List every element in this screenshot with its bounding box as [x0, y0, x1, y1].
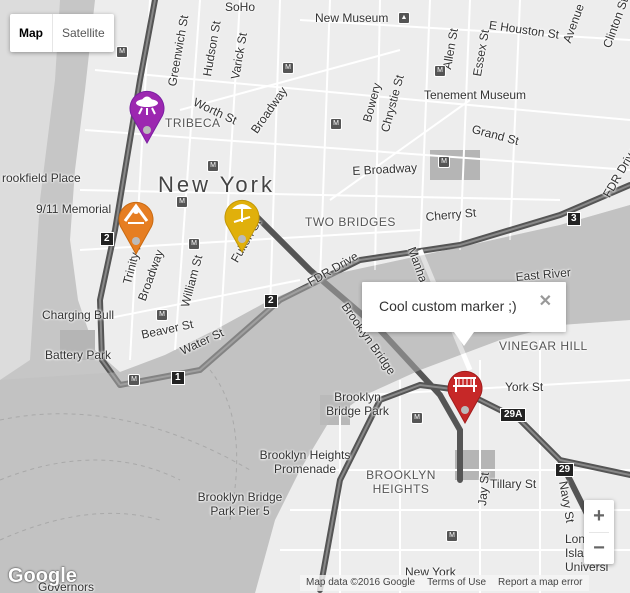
- label-brooklyn-bridge-park: Brooklyn Bridge Park: [326, 390, 389, 418]
- label-tillary-st: Tillary St: [490, 477, 537, 491]
- label-brooklyn-heights-promenade: Brooklyn Heights Promenade: [259, 448, 351, 476]
- zoom-in-button[interactable]: +: [584, 500, 614, 532]
- red-marker[interactable]: [445, 366, 485, 425]
- playground-icon: [118, 201, 154, 256]
- ufo-icon: [129, 90, 165, 145]
- attribution-bar: Map data ©2016 Google Terms of Use Repor…: [300, 575, 589, 591]
- orange-marker[interactable]: [116, 197, 156, 256]
- label-brooklyn-heights: BROOKLYN HEIGHTS: [366, 468, 436, 496]
- label-911-memorial: 9/11 Memorial: [36, 202, 112, 216]
- label-new-york: New York: [158, 172, 275, 197]
- museum-icon: ▲: [398, 12, 410, 24]
- report-error-link[interactable]: Report a map error: [492, 575, 588, 591]
- map-type-map-button[interactable]: Map: [10, 14, 53, 52]
- label-charging-bull: Charging Bull: [42, 308, 115, 322]
- shield-route-3: 3: [567, 212, 581, 226]
- label-tenement-museum: Tenement Museum: [424, 88, 527, 102]
- shield-route-2b: 2: [264, 294, 278, 308]
- zoom-divider: [589, 532, 609, 533]
- subway-icon: M: [282, 62, 294, 74]
- map-data-text: Map data ©2016 Google: [306, 577, 416, 588]
- label-york-st: York St: [505, 380, 544, 394]
- zoom-out-button[interactable]: −: [584, 532, 614, 564]
- shield-route-1: 1: [171, 371, 185, 385]
- map-type-satellite-button[interactable]: Satellite: [53, 14, 114, 52]
- map-canvas[interactable]: New York TRIBECA TWO BRIDGES VINEGAR HIL…: [0, 0, 630, 593]
- subway-icon: M: [156, 309, 168, 321]
- label-tribeca: TRIBECA: [165, 116, 221, 130]
- shield-route-29: 29: [555, 463, 575, 477]
- yellow-marker[interactable]: [222, 195, 262, 254]
- label-battery-park: Battery Park: [45, 348, 112, 362]
- label-brookfield-place: rookfield Place: [2, 171, 81, 185]
- label-soho: SoHo: [225, 0, 256, 14]
- label-jay-st: Jay St: [475, 471, 492, 507]
- subway-icon: M: [434, 65, 446, 77]
- subway-icon: M: [438, 156, 450, 168]
- label-new-museum: New Museum: [315, 11, 389, 25]
- subway-icon: M: [411, 412, 423, 424]
- terms-link[interactable]: Terms of Use: [421, 575, 492, 591]
- close-icon[interactable]: ✕: [539, 291, 552, 311]
- info-window: Cool custom marker ;) ✕: [362, 282, 566, 346]
- shield-route-2: 2: [100, 232, 114, 246]
- google-logo[interactable]: Google: [8, 565, 77, 588]
- map-type-control: Map Satellite: [10, 14, 114, 52]
- subway-icon: M: [207, 160, 219, 172]
- subway-icon: M: [446, 530, 458, 542]
- beach-icon: [224, 199, 260, 254]
- label-two-bridges: TWO BRIDGES: [305, 215, 396, 229]
- label-pier5: Brooklyn Bridge Park Pier 5: [197, 490, 283, 518]
- label-vinegar-hill: VINEGAR HILL: [499, 339, 588, 353]
- zoom-control: + −: [584, 500, 614, 564]
- subway-icon: M: [128, 374, 140, 386]
- subway-icon: M: [116, 46, 128, 58]
- bridge-icon: [447, 370, 483, 425]
- subway-icon: M: [188, 238, 200, 250]
- purple-marker[interactable]: [127, 86, 167, 145]
- subway-icon: M: [176, 196, 188, 208]
- info-window-tail: [454, 332, 474, 346]
- subway-icon: M: [330, 118, 342, 130]
- shield-route-29a: 29A: [500, 408, 527, 422]
- info-window-text: Cool custom marker ;): [379, 298, 517, 314]
